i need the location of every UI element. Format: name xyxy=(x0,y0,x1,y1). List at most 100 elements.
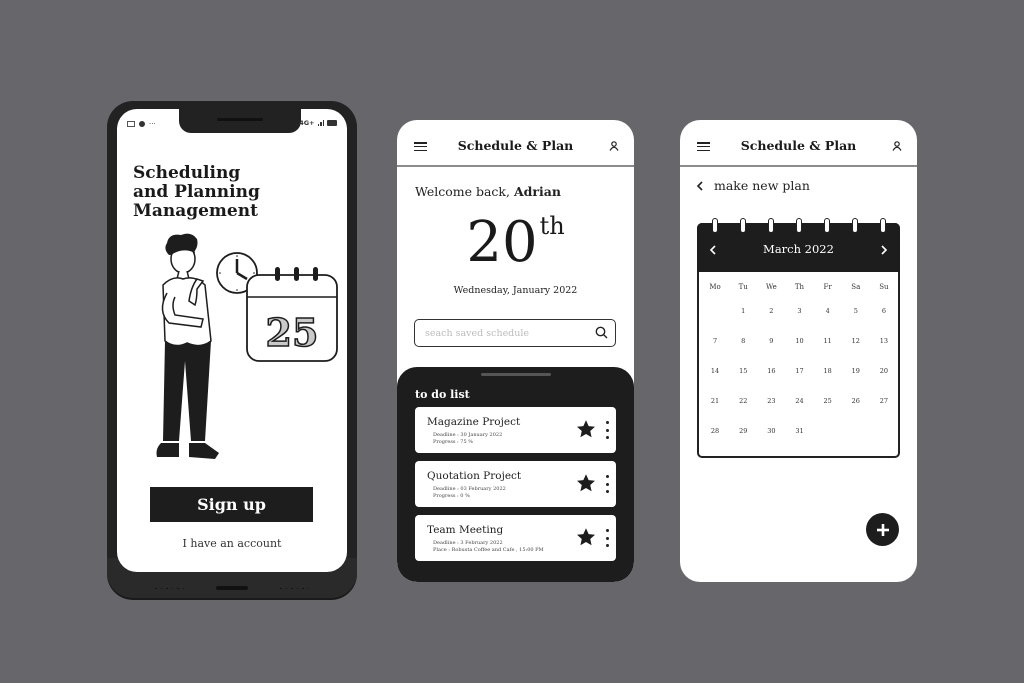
weekday-label: Su xyxy=(879,283,889,291)
star-icon[interactable] xyxy=(576,527,596,547)
search-input[interactable] xyxy=(425,324,590,342)
calendar-day[interactable]: 6 xyxy=(870,304,898,334)
todo-title: to do list xyxy=(415,388,470,401)
app-title: Schedule & Plan xyxy=(740,138,857,153)
speaker-grille-right xyxy=(280,587,309,589)
user-icon[interactable] xyxy=(609,141,619,151)
status-bar-right: 4G+ xyxy=(299,119,337,127)
todo-item-progress: Progress : 75 % xyxy=(433,438,474,445)
calendar-day[interactable]: 4 xyxy=(814,304,842,334)
chevron-left-icon xyxy=(696,180,703,191)
network-label: 4G+ xyxy=(299,119,315,127)
day-suffix: th xyxy=(539,212,565,240)
notch xyxy=(179,109,301,133)
todo-item-name: Quotation Project xyxy=(427,470,522,482)
calendar-day[interactable]: 7 xyxy=(701,334,729,364)
calendar-grid: Mo Tu We Th Fr Sa Su 1 2 3 4 5 6 7 8 9 10 11 12 13 14 15 16 17 1… xyxy=(701,280,898,454)
sign-up-button[interactable]: Sign up xyxy=(150,487,313,522)
calendar-day[interactable]: 13 xyxy=(870,334,898,364)
battery-icon xyxy=(327,120,337,126)
todo-item-meta: Deadline : 30 January 2022 Progress : 75… xyxy=(433,432,502,445)
weekday-label: Th xyxy=(794,283,805,291)
todo-item-place: Place : Robusta Coffee and Cafe , 15:00 … xyxy=(433,546,544,553)
search-icon[interactable] xyxy=(595,326,608,339)
day-number: 20 xyxy=(466,210,538,275)
todo-item[interactable]: Quotation Project Deadline : 03 February… xyxy=(415,461,616,507)
binder-ring xyxy=(880,218,886,233)
calendar-day[interactable]: 25 xyxy=(814,394,842,424)
welcome-prefix: Welcome back, xyxy=(415,184,514,199)
binder-ring xyxy=(740,218,746,233)
calendar-day[interactable]: 14 xyxy=(701,364,729,394)
calendar-icon: 25 xyxy=(246,267,338,362)
calendar-day[interactable]: 3 xyxy=(785,304,813,334)
binder-ring xyxy=(852,218,858,233)
calendar-day[interactable]: 26 xyxy=(842,394,870,424)
mail-icon xyxy=(127,121,135,127)
weekday-label: We xyxy=(765,283,777,291)
back-button[interactable]: make new plan xyxy=(696,178,810,193)
calendar-day[interactable]: 24 xyxy=(785,394,813,424)
calendar-day[interactable]: 20 xyxy=(870,364,898,394)
app-header: Schedule & Plan xyxy=(680,120,917,167)
chat-icon xyxy=(139,121,145,127)
star-icon[interactable] xyxy=(576,473,596,493)
calendar-day[interactable]: 15 xyxy=(729,364,757,394)
calendar-day[interactable]: 30 xyxy=(757,424,785,454)
calendar-day[interactable]: 9 xyxy=(757,334,785,364)
todo-item[interactable]: Team Meeting Deadline : 3 February 2022 … xyxy=(415,515,616,561)
drag-handle[interactable] xyxy=(481,373,551,376)
calendar-day[interactable]: 28 xyxy=(701,424,729,454)
chevron-right-icon[interactable] xyxy=(880,245,888,255)
weekday-label: Sa xyxy=(851,283,861,291)
date-line: Wednesday, January 2022 xyxy=(453,285,578,296)
calendar-day[interactable]: 5 xyxy=(842,304,870,334)
calendar-day[interactable]: 31 xyxy=(785,424,813,454)
home-screen: Schedule & Plan Welcome back, Adrian 20t… xyxy=(397,120,634,582)
calendar-day[interactable]: 2 xyxy=(757,304,785,334)
calendar-day[interactable]: 8 xyxy=(729,334,757,364)
calendar-day[interactable]: 12 xyxy=(842,334,870,364)
user-icon[interactable] xyxy=(892,141,902,151)
todo-item-deadline: Deadline : 03 February 2022 xyxy=(433,486,506,492)
calendar-day[interactable]: 23 xyxy=(757,394,785,424)
calendar-day[interactable]: 19 xyxy=(842,364,870,394)
calendar-day[interactable]: 18 xyxy=(814,364,842,394)
onboarding-phone: ··· 4G+ Scheduling and Planning Manageme… xyxy=(107,101,357,598)
binder-ring xyxy=(824,218,830,233)
binder-ring xyxy=(712,218,718,233)
weekday-label: Fr xyxy=(823,283,832,291)
binder-ring xyxy=(796,218,802,233)
status-bar-left: ··· xyxy=(127,120,156,128)
plus-icon xyxy=(876,523,889,536)
have-account-link[interactable]: I have an account xyxy=(117,537,347,550)
signal-icon xyxy=(317,120,324,126)
binder-ring xyxy=(768,218,774,233)
calendar-day[interactable]: 29 xyxy=(729,424,757,454)
todo-item-progress: Progress : 0 % xyxy=(433,492,470,499)
more-options-icon[interactable] xyxy=(606,529,609,547)
calendar-day[interactable]: 17 xyxy=(785,364,813,394)
todo-item-name: Team Meeting xyxy=(427,524,504,536)
star-icon[interactable] xyxy=(576,419,596,439)
calendar-day[interactable]: 27 xyxy=(870,394,898,424)
calendar-day[interactable]: 22 xyxy=(729,394,757,424)
more-options-icon[interactable] xyxy=(606,421,609,439)
todo-item-name: Magazine Project xyxy=(427,416,521,428)
speaker-grille-left xyxy=(155,587,184,589)
weekday-label: Mo xyxy=(709,283,721,291)
calendar-day[interactable]: 1 xyxy=(729,304,757,334)
hero-title-line: Management xyxy=(133,201,258,221)
more-options-icon[interactable] xyxy=(606,475,609,493)
calendar-day[interactable]: 11 xyxy=(814,334,842,364)
calendar-day[interactable]: 16 xyxy=(757,364,785,394)
todo-panel: to do list Magazine Project Deadline : 3… xyxy=(397,367,634,582)
calendar-day[interactable]: 21 xyxy=(701,394,729,424)
more-dots-icon: ··· xyxy=(149,120,156,128)
calendar-blank xyxy=(701,304,729,334)
calendar-day[interactable]: 10 xyxy=(785,334,813,364)
onboarding-screen: ··· 4G+ Scheduling and Planning Manageme… xyxy=(117,109,347,572)
todo-item[interactable]: Magazine Project Deadline : 30 January 2… xyxy=(415,407,616,453)
calendar-month: March 2022 xyxy=(763,242,834,256)
add-plan-button[interactable] xyxy=(866,513,899,546)
